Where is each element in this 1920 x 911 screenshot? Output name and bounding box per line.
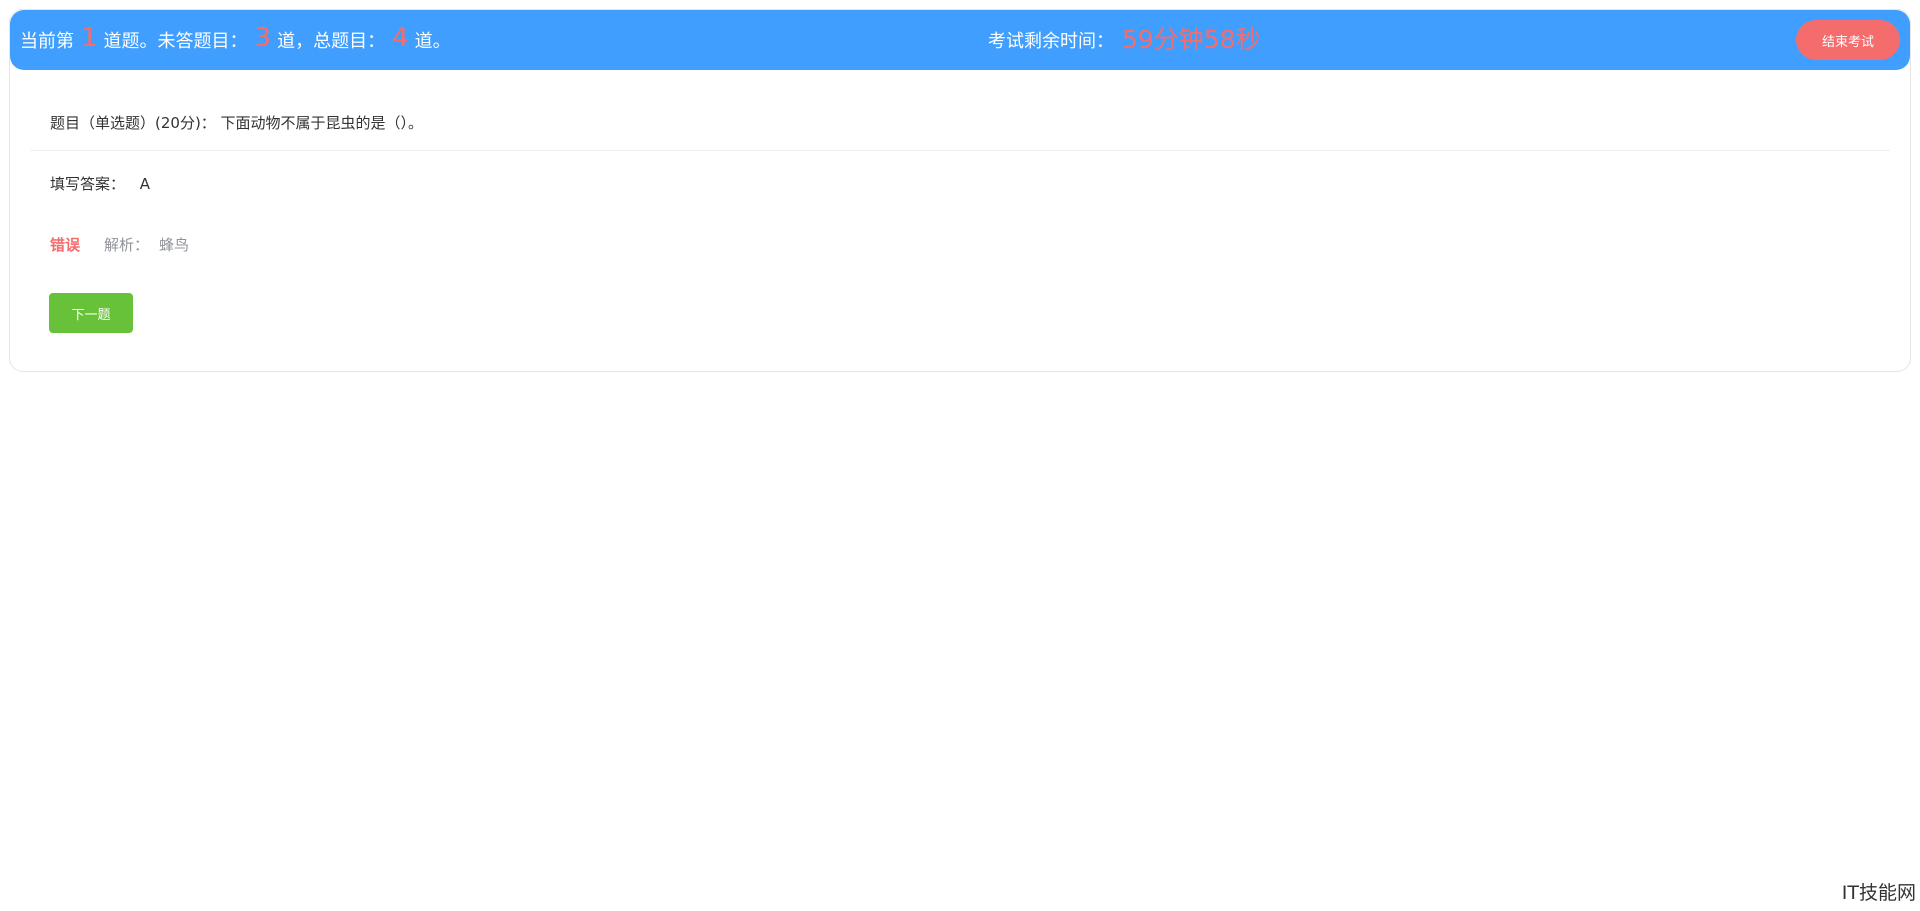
answer-value: A — [139, 175, 151, 193]
total-question-count: 4 — [392, 23, 409, 53]
progress-suffix: 道。 — [414, 31, 451, 52]
next-question-button[interactable]: 下一题 — [49, 293, 133, 333]
analysis-label: 解析： — [104, 236, 150, 254]
divider — [30, 150, 1890, 151]
progress-mid-2: 道，总题目： — [277, 31, 386, 52]
exam-header: 当前第 1 道题。未答题目： 3 道，总题目： 4 道。 考试剩余时间： 59分… — [10, 10, 1910, 70]
progress-mid-1: 道题。未答题目： — [103, 31, 248, 52]
end-exam-button[interactable]: 结束考试 — [1796, 20, 1900, 60]
current-question-number: 1 — [81, 23, 98, 53]
result-row: 错误 解析： 蜂鸟 — [50, 234, 189, 255]
timer-label: 考试剩余时间： — [988, 31, 1114, 52]
exam-timer: 考试剩余时间： 59分钟58秒 — [988, 10, 1261, 70]
question-text: 题目（单选题）(20分)： 下面动物不属于昆虫的是（）。 — [50, 114, 424, 132]
exam-progress: 当前第 1 道题。未答题目： 3 道，总题目： 4 道。 — [20, 10, 451, 70]
analysis-value: 蜂鸟 — [159, 236, 190, 254]
site-watermark: IT技能网 — [1841, 882, 1916, 904]
answer-label: 填写答案： — [50, 175, 126, 193]
answer-row: 填写答案： A — [50, 173, 150, 194]
progress-prefix: 当前第 — [20, 31, 74, 52]
unanswered-count: 3 — [254, 23, 272, 53]
exam-panel: 当前第 1 道题。未答题目： 3 道，总题目： 4 道。 考试剩余时间： 59分… — [9, 9, 1911, 372]
result-status: 错误 — [50, 236, 81, 254]
timer-value: 59分钟58秒 — [1122, 25, 1261, 54]
